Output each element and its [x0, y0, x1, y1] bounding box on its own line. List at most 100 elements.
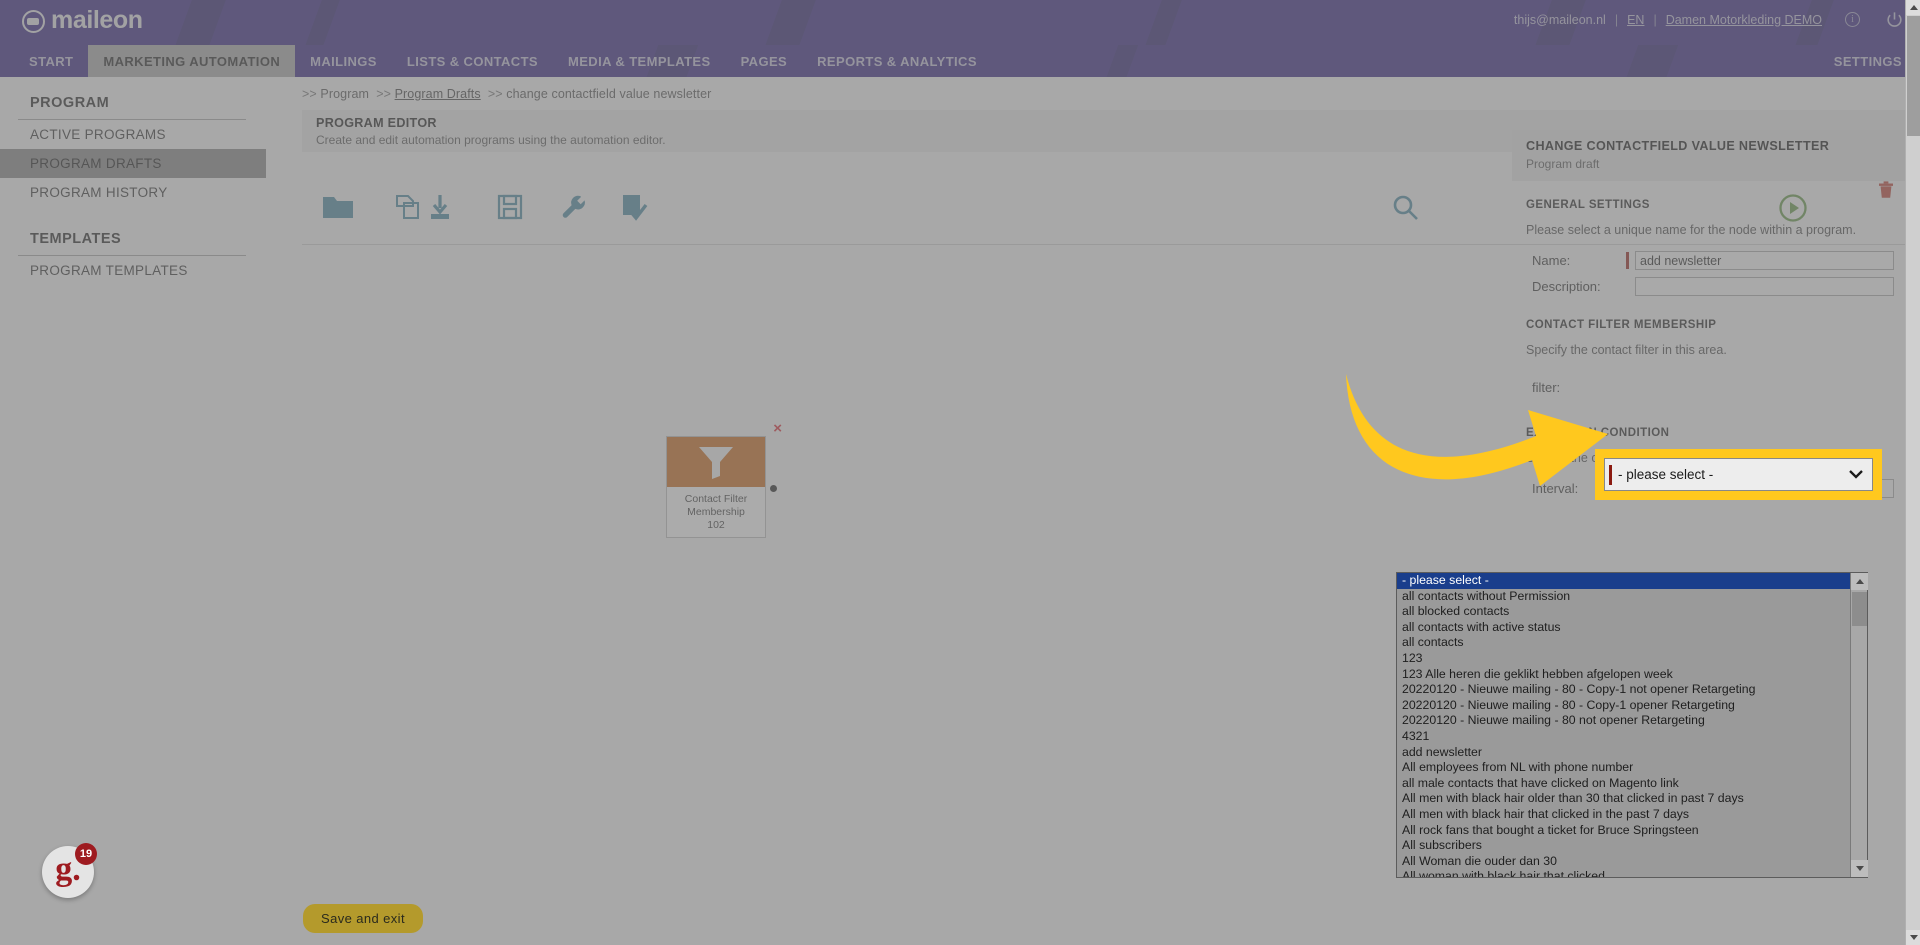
breadcrumb-item-program[interactable]: Program [320, 87, 369, 101]
dropdown-option[interactable]: All employees from NL with phone number [1397, 760, 1850, 776]
copy-icon[interactable] [394, 193, 424, 221]
dropdown-scroll-thumb[interactable] [1852, 592, 1867, 626]
dropdown-option[interactable]: All men with black hair that clicked in … [1397, 807, 1850, 823]
dropdown-option[interactable]: all contacts with active status [1397, 620, 1850, 636]
search-icon[interactable] [1391, 193, 1421, 223]
header-user-area: thijs@maileon.nl | EN | Damen Motorkledi… [1514, 10, 1904, 29]
callout-arrow-icon [1346, 374, 1608, 486]
nav-item-media-templates[interactable]: MEDIA & TEMPLATES [553, 45, 726, 77]
nav-item-marketing-automation[interactable]: MARKETING AUTOMATION [88, 45, 296, 77]
scroll-down-arrow-icon[interactable] [1851, 860, 1868, 877]
top-header-bar: maileon thijs@maileon.nl | EN | Damen Mo… [0, 0, 1920, 45]
scroll-up-arrow-icon[interactable] [1851, 573, 1868, 590]
dropdown-option[interactable]: all contacts [1397, 635, 1850, 651]
dropdown-option[interactable]: 20220120 - Nieuwe mailing - 80 - Copy-1 … [1397, 682, 1850, 698]
nav-item-list: START MARKETING AUTOMATION MAILINGS LISTS &… [14, 45, 992, 77]
wrench-icon[interactable] [560, 193, 588, 221]
validate-checklist-icon[interactable] [620, 193, 648, 221]
breadcrumb-arrow-3: >> [487, 87, 503, 101]
node-settings-title: CHANGE CONTACTFIELD VALUE NEWSLETTER [1526, 139, 1830, 153]
name-required-marker [1626, 252, 1629, 269]
node-label-line1: Contact Filter [684, 493, 748, 505]
dropdown-option[interactable]: all blocked contacts [1397, 604, 1850, 620]
dropdown-option[interactable]: 20220120 - Nieuwe mailing - 80 - Copy-1 … [1397, 698, 1850, 714]
account-link[interactable]: Damen Motorkleding DEMO [1666, 13, 1822, 27]
chevron-down-icon [1849, 466, 1863, 484]
description-label: Description: [1532, 279, 1601, 294]
window-scrollbar[interactable] [1905, 0, 1920, 945]
import-download-icon[interactable] [426, 193, 454, 221]
dropdown-option[interactable]: - please select - [1397, 573, 1850, 589]
dropdown-option[interactable]: All subscribers [1397, 838, 1850, 854]
dropdown-option[interactable]: All woman with black hair that clicked [1397, 869, 1850, 877]
name-label: Name: [1532, 253, 1571, 268]
dropdown-option[interactable]: All men with black hair older than 30 th… [1397, 791, 1850, 807]
dropdown-option[interactable]: 4321 [1397, 729, 1850, 745]
chat-unread-count: 19 [75, 843, 97, 865]
window-scroll-up-icon[interactable] [1906, 0, 1920, 15]
breadcrumb: >> Program >> Program Drafts >> change c… [266, 77, 1920, 101]
dropdown-option[interactable]: all male contacts that have clicked on M… [1397, 776, 1850, 792]
nav-item-lists-contacts[interactable]: LISTS & CONTACTS [392, 45, 553, 77]
window-scroll-thumb[interactable] [1907, 16, 1920, 136]
dropdown-option[interactable]: 123 Alle heren die geklikt hebben afgelo… [1397, 667, 1850, 683]
sidebar-group-program-items: ACTIVE PROGRAMS PROGRAM DRAFTS PROGRAM HIS… [0, 120, 266, 207]
contact-filter-membership-description: Specify the contact filter in this area. [1526, 343, 1727, 357]
main-navigation: START MARKETING AUTOMATION MAILINGS LISTS &… [0, 45, 1920, 77]
user-email: thijs@maileon.nl [1513, 12, 1606, 27]
contact-filter-dropdown-list[interactable]: - please select - all contacts without Pe… [1396, 572, 1868, 878]
filter-required-marker [1609, 464, 1612, 485]
dropdown-option[interactable]: all contacts without Permission [1397, 589, 1850, 605]
node-label: Contact Filter Membership 102 [667, 487, 765, 532]
support-chat-badge[interactable]: g. 19 [42, 843, 97, 898]
sidebar-group-templates-items: PROGRAM TEMPLATES [0, 256, 266, 285]
node-contact-filter-membership[interactable]: × Contact Filter Membership 102 [666, 421, 782, 538]
sidebar-item-program-drafts[interactable]: PROGRAM DRAFTS [0, 149, 266, 178]
node-settings-subtitle: Program draft [1526, 157, 1600, 171]
left-sidebar: PROGRAM ACTIVE PROGRAMS PROGRAM DRAFTS PRO… [0, 77, 266, 285]
dropdown-option[interactable]: All Woman die ouder dan 30 [1397, 854, 1850, 870]
funnel-icon [667, 437, 765, 487]
maileon-logo-mark [22, 10, 45, 33]
contact-filter-select[interactable]: - please select - [1604, 458, 1873, 491]
dropdown-options[interactable]: - please select - all contacts without Pe… [1397, 573, 1850, 877]
description-input[interactable] [1635, 277, 1894, 296]
nav-item-pages[interactable]: PAGES [726, 45, 803, 77]
dropdown-option[interactable]: All rock fans that bought a ticket for B… [1397, 823, 1850, 839]
language-link[interactable]: EN [1627, 13, 1644, 27]
dropdown-option[interactable]: 20220120 - Nieuwe mailing - 80 not opene… [1397, 713, 1850, 729]
sidebar-item-program-templates[interactable]: PROGRAM TEMPLATES [0, 256, 266, 285]
node-output-port[interactable] [770, 485, 777, 492]
trash-icon[interactable] [1878, 181, 1894, 204]
description-field-row: Description: [1526, 277, 1894, 296]
node-label-line3: 102 [707, 519, 725, 532]
sidebar-item-active-programs[interactable]: ACTIVE PROGRAMS [0, 120, 266, 149]
nav-item-start[interactable]: START [14, 45, 88, 77]
dropdown-option[interactable]: 123 [1397, 651, 1850, 667]
dropdown-option[interactable]: add newsletter [1397, 745, 1850, 761]
dropdown-scrollbar[interactable] [1850, 573, 1868, 877]
maileon-logo[interactable]: maileon [22, 6, 143, 35]
app-root: maileon thijs@maileon.nl | EN | Damen Mo… [0, 0, 1920, 945]
window-scroll-down-icon[interactable] [1906, 930, 1920, 945]
power-icon[interactable] [1885, 10, 1904, 29]
breadcrumb-arrow-2: >> [376, 87, 391, 101]
node-label-line2: Membership [687, 506, 745, 519]
save-and-exit-button[interactable]: Save and exit [303, 904, 423, 933]
separator-2: | [1653, 12, 1657, 27]
node-close-icon[interactable]: × [773, 421, 782, 436]
name-input[interactable] [1635, 251, 1894, 270]
program-editor-title: PROGRAM EDITOR [316, 116, 437, 130]
breadcrumb-arrow-1: >> [302, 87, 317, 101]
open-folder-icon[interactable] [322, 193, 354, 221]
general-settings-title: GENERAL SETTINGS [1526, 199, 1650, 211]
maileon-logo-text: maileon [51, 6, 143, 34]
sidebar-item-program-history[interactable]: PROGRAM HISTORY [0, 178, 266, 207]
nav-item-settings[interactable]: SETTINGS [1834, 45, 1902, 77]
save-floppy-icon[interactable] [496, 193, 524, 221]
nav-item-reports-analytics[interactable]: REPORTS & ANALYTICS [802, 45, 992, 77]
nav-item-mailings[interactable]: MAILINGS [295, 45, 392, 77]
breadcrumb-item-program-drafts[interactable]: Program Drafts [395, 87, 481, 101]
sidebar-group-templates-title: TEMPLATES [30, 231, 122, 247]
info-icon[interactable]: i [1845, 12, 1860, 27]
